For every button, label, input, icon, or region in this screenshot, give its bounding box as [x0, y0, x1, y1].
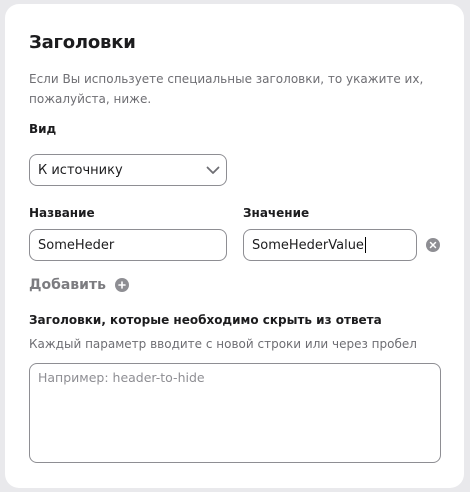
hide-headers-placeholder: Например: header-to-hide — [38, 370, 205, 385]
hide-headers-label: Заголовки, которые необходимо скрыть из … — [29, 313, 382, 327]
header-value-input[interactable]: SomeHederValue — [243, 229, 417, 261]
header-name-input-text: SomeHeder — [38, 237, 115, 253]
chevron-down-icon — [206, 163, 220, 177]
add-header-button[interactable]: Добавить — [29, 277, 129, 293]
hide-headers-textarea[interactable]: Например: header-to-hide — [29, 363, 441, 463]
headers-card: Заголовки Если Вы используете специальны… — [5, 4, 464, 488]
hide-headers-hint: Каждый параметр вводите с новой строки и… — [29, 337, 417, 351]
view-select[interactable]: К источнику — [29, 154, 227, 186]
remove-header-button[interactable] — [426, 238, 440, 252]
view-select-value: К источнику — [38, 162, 123, 178]
clear-x-icon — [429, 241, 437, 249]
section-description: Если Вы используете специальные заголовк… — [29, 72, 424, 106]
add-header-label: Добавить — [29, 277, 106, 293]
plus-circle-icon — [114, 278, 129, 292]
view-label: Вид — [29, 122, 57, 136]
header-value-input-text: SomeHederValue — [252, 237, 364, 253]
header-name-label: Название — [29, 206, 95, 220]
header-name-input[interactable]: SomeHeder — [29, 229, 227, 261]
text-cursor — [364, 237, 366, 253]
section-title: Заголовки — [29, 32, 136, 53]
header-value-label: Значение — [243, 206, 310, 220]
